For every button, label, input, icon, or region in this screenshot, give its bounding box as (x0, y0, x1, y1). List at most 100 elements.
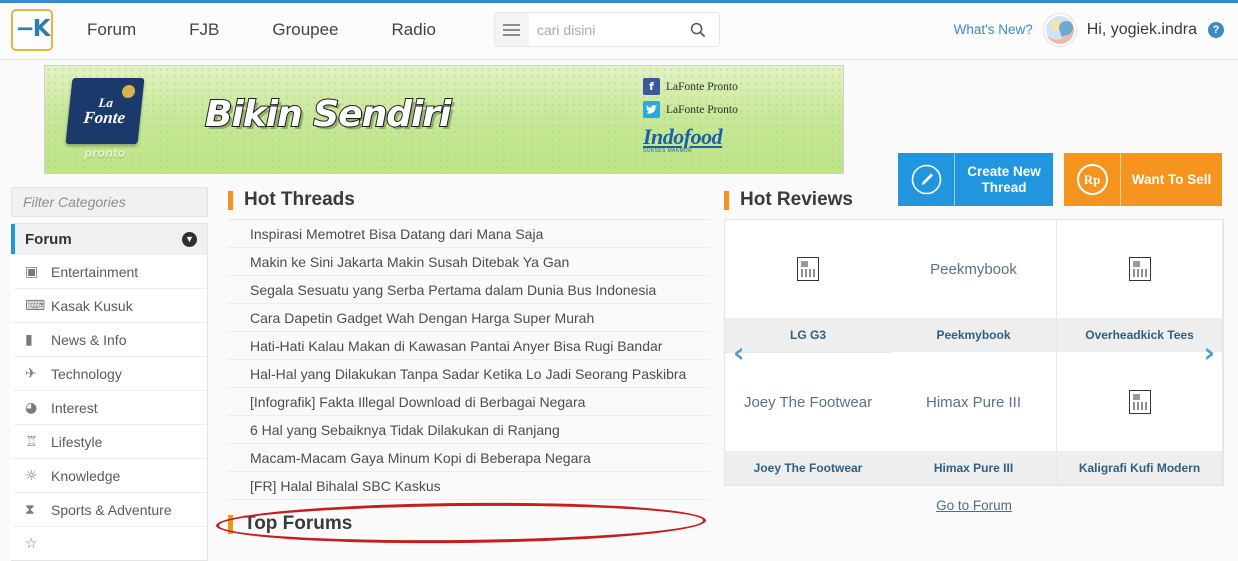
social-row-facebook[interactable]: f LaFonte Pronto (643, 78, 793, 95)
indofood-sponsor: Indofood SUKSES MAKMUR (643, 124, 793, 154)
go-to-forum-link[interactable]: Go to Forum (724, 498, 1224, 513)
search-input[interactable] (528, 13, 677, 46)
sidebar-item-news-info[interactable]: ▮ News & Info (11, 322, 207, 356)
search-button[interactable] (676, 13, 719, 46)
stopwatch-icon: ⧗ (25, 501, 35, 518)
sidebar-panel-header[interactable]: Forum ▼ (11, 224, 207, 254)
hot-threads-list: Inspirasi Memotret Bisa Datang dari Mana… (228, 219, 710, 500)
sidebar-item-label: Kasak Kusuk (51, 297, 133, 314)
section-marker (724, 190, 729, 210)
sidebar-item-entertainment[interactable]: ▣ Entertainment (11, 254, 207, 288)
broken-image-icon (797, 257, 819, 281)
banner-row: La Fonte pronto Bikin Sendiri f LaFonte … (0, 61, 1238, 206)
review-caption[interactable]: Joey The Footwear (725, 451, 891, 485)
review-thumbnail-alt-text: Himax Pure III (925, 393, 1022, 411)
palette-icon: ◕ (25, 399, 38, 416)
lafonte-dot-icon (121, 85, 136, 98)
hot-reviews-section: Hot Reviews ‹ › LG G3 Peekmybook Peekmyb… (724, 185, 1224, 513)
sidebar-item-partial[interactable]: ☆ (11, 526, 207, 560)
top-forums-heading: Top Forums (228, 509, 710, 539)
hot-reviews-heading: Hot Reviews (724, 185, 1224, 215)
tv-icon: ▣ (25, 263, 39, 280)
hamburger-menu-icon[interactable] (494, 13, 529, 46)
sidebar-item-kasak-kusuk[interactable]: ⌨ Kasak Kusuk (11, 288, 207, 322)
kaskus-k-icon: −K (15, 16, 50, 42)
review-caption[interactable]: Overheadkick Tees (1057, 318, 1222, 352)
nav-item-radio[interactable]: Radio (392, 20, 436, 40)
thread-item[interactable]: 6 Hal yang Sebaiknya Tidak Dilakukan di … (228, 416, 710, 444)
review-thumbnail-alt-text: Peekmybook (930, 260, 1017, 278)
nav-item-forum[interactable]: Forum (87, 20, 136, 40)
sidebar-item-label: Technology (51, 365, 122, 382)
sidebar-item-label: Knowledge (51, 467, 121, 484)
carousel-prev-icon[interactable]: ‹ (733, 338, 745, 367)
filter-categories-input[interactable] (21, 193, 207, 211)
review-caption[interactable]: Kaligrafi Kufi Modern (1057, 451, 1222, 485)
review-card[interactable]: Overheadkick Tees (1057, 220, 1223, 353)
thread-item[interactable]: Makin ke Sini Jakarta Makin Susah Diteba… (228, 248, 710, 276)
review-thumbnail (1057, 220, 1222, 318)
whats-new-link[interactable]: What's New? (954, 22, 1033, 37)
thread-item[interactable]: Macam-Macam Gaya Minum Kopi di Beberapa … (228, 444, 710, 472)
thread-item[interactable]: Segala Sesuatu yang Serba Pertama dalam … (228, 276, 710, 304)
review-card[interactable]: LG G3 (725, 220, 891, 353)
sidebar-item-label: Entertainment (51, 263, 139, 280)
hat-icon: ♖ (25, 433, 38, 450)
review-caption[interactable]: LG G3 (725, 318, 891, 352)
forum-category-panel: Forum ▼ ▣ Entertainment ⌨ Kasak Kusuk ▮ … (11, 223, 208, 561)
main-nav: Forum FJB Groupee Radio (87, 20, 489, 40)
briefcase-icon: ▮ (25, 331, 33, 348)
section-marker (228, 190, 233, 210)
nav-item-fjb[interactable]: FJB (189, 20, 219, 40)
category-sidebar: Forum ▼ ▣ Entertainment ⌨ Kasak Kusuk ▮ … (11, 187, 208, 561)
sidebar-item-label: Sports & Adventure (51, 501, 172, 518)
thread-item[interactable]: Hal-Hal yang Dilakukan Tanpa Sadar Ketik… (228, 360, 710, 388)
facebook-handle: LaFonte Pronto (666, 80, 738, 93)
thread-item[interactable]: Cara Dapetin Gadget Wah Dengan Harga Sup… (228, 304, 710, 332)
banner-social-block: f LaFonte Pronto LaFonte Pronto Indofood… (643, 78, 793, 154)
sidebar-panel-title: Forum (25, 230, 72, 248)
more-icon: ☆ (25, 535, 38, 552)
nav-item-groupee[interactable]: Groupee (272, 20, 338, 40)
thread-item-highlighted[interactable]: Hati-Hati Kalau Makan di Kawasan Pantai … (228, 332, 710, 360)
advertisement-banner[interactable]: La Fonte pronto Bikin Sendiri f LaFonte … (44, 65, 844, 174)
review-thumbnail (725, 220, 891, 318)
review-card[interactable]: Peekmybook Peekmybook (891, 220, 1057, 353)
carousel-next-icon[interactable]: › (1203, 338, 1215, 367)
social-row-twitter[interactable]: LaFonte Pronto (643, 101, 793, 118)
review-caption[interactable]: Peekmybook (891, 318, 1056, 352)
thread-item[interactable]: Inspirasi Memotret Bisa Datang dari Mana… (228, 220, 710, 248)
indofood-logo-text: Indofood (643, 124, 723, 149)
lafonte-line2: Fonte (82, 108, 127, 127)
twitter-icon (643, 101, 660, 118)
thread-item[interactable]: [Infografik] Fakta Illegal Download di B… (228, 388, 710, 416)
sidebar-item-label: News & Info (51, 331, 127, 348)
sidebar-item-label: Lifestyle (51, 433, 103, 450)
section-marker (228, 514, 233, 534)
sidebar-item-sports-adventure[interactable]: ⧗ Sports & Adventure (11, 492, 207, 526)
review-card[interactable]: Kaligrafi Kufi Modern (1057, 353, 1223, 485)
review-caption[interactable]: Himax Pure III (891, 451, 1056, 485)
sidebar-item-label: Interest (51, 399, 98, 416)
sidebar-item-technology[interactable]: ✈ Technology (11, 356, 207, 390)
broken-image-icon (1128, 257, 1151, 281)
hot-threads-title: Hot Threads (244, 189, 355, 210)
sidebar-item-interest[interactable]: ◕ Interest (11, 390, 207, 424)
review-thumbnail-alt-text: Joey The Footwear (743, 393, 873, 411)
chat-icon: ⌨ (25, 297, 46, 314)
broken-image-icon (1128, 390, 1151, 414)
review-card[interactable]: Joey The Footwear Joey The Footwear (725, 353, 891, 485)
user-greeting[interactable]: Hi, yogiek.indra (1087, 21, 1197, 39)
sidebar-item-lifestyle[interactable]: ♖ Lifestyle (11, 424, 207, 458)
hot-threads-heading: Hot Threads (228, 185, 710, 215)
hot-threads-section: Hot Threads Inspirasi Memotret Bisa Data… (228, 185, 710, 539)
avatar[interactable] (1043, 13, 1076, 46)
sidebar-item-knowledge[interactable]: ☼ Knowledge (11, 458, 207, 492)
help-icon[interactable]: ? (1208, 21, 1224, 38)
hot-reviews-carousel: ‹ › LG G3 Peekmybook Peekmybook Overhead… (724, 219, 1224, 486)
filter-categories-box (11, 187, 208, 217)
chevron-down-icon[interactable]: ▼ (182, 231, 197, 247)
kaskus-logo[interactable]: −K (11, 8, 53, 51)
review-card[interactable]: Himax Pure III Himax Pure III (891, 353, 1057, 485)
thread-item[interactable]: [FR] Halal Bihalal SBC Kaskus (228, 472, 710, 500)
